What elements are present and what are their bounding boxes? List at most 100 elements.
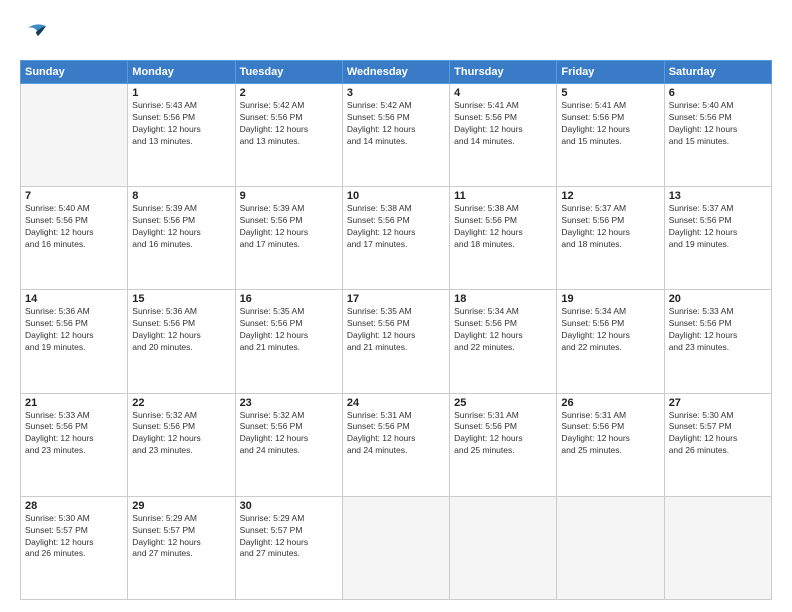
weekday-header-saturday: Saturday: [664, 61, 771, 84]
day-number: 14: [25, 293, 123, 305]
calendar-cell-6: 6Sunrise: 5:40 AM Sunset: 5:56 PM Daylig…: [664, 84, 771, 187]
weekday-header-tuesday: Tuesday: [235, 61, 342, 84]
calendar-row-3: 21Sunrise: 5:33 AM Sunset: 5:56 PM Dayli…: [21, 393, 772, 496]
calendar-cell-34: [664, 496, 771, 599]
day-number: 27: [669, 397, 767, 409]
day-number: 18: [454, 293, 552, 305]
day-number: 5: [561, 87, 659, 99]
logo-icon: [20, 18, 52, 50]
calendar-cell-23: 23Sunrise: 5:32 AM Sunset: 5:56 PM Dayli…: [235, 393, 342, 496]
day-info: Sunrise: 5:33 AM Sunset: 5:56 PM Dayligh…: [25, 410, 123, 458]
page: SundayMondayTuesdayWednesdayThursdayFrid…: [0, 0, 792, 612]
day-number: 29: [132, 500, 230, 512]
day-info: Sunrise: 5:43 AM Sunset: 5:56 PM Dayligh…: [132, 100, 230, 148]
day-number: 24: [347, 397, 445, 409]
calendar-cell-19: 19Sunrise: 5:34 AM Sunset: 5:56 PM Dayli…: [557, 290, 664, 393]
day-info: Sunrise: 5:35 AM Sunset: 5:56 PM Dayligh…: [347, 306, 445, 354]
calendar-cell-26: 26Sunrise: 5:31 AM Sunset: 5:56 PM Dayli…: [557, 393, 664, 496]
calendar-cell-15: 15Sunrise: 5:36 AM Sunset: 5:56 PM Dayli…: [128, 290, 235, 393]
calendar-cell-18: 18Sunrise: 5:34 AM Sunset: 5:56 PM Dayli…: [450, 290, 557, 393]
calendar-cell-5: 5Sunrise: 5:41 AM Sunset: 5:56 PM Daylig…: [557, 84, 664, 187]
day-info: Sunrise: 5:31 AM Sunset: 5:56 PM Dayligh…: [454, 410, 552, 458]
calendar-row-4: 28Sunrise: 5:30 AM Sunset: 5:57 PM Dayli…: [21, 496, 772, 599]
day-number: 23: [240, 397, 338, 409]
calendar-cell-16: 16Sunrise: 5:35 AM Sunset: 5:56 PM Dayli…: [235, 290, 342, 393]
calendar-row-2: 14Sunrise: 5:36 AM Sunset: 5:56 PM Dayli…: [21, 290, 772, 393]
weekday-header-row: SundayMondayTuesdayWednesdayThursdayFrid…: [21, 61, 772, 84]
logo: [20, 18, 54, 50]
calendar-cell-9: 9Sunrise: 5:39 AM Sunset: 5:56 PM Daylig…: [235, 187, 342, 290]
day-info: Sunrise: 5:31 AM Sunset: 5:56 PM Dayligh…: [347, 410, 445, 458]
weekday-header-wednesday: Wednesday: [342, 61, 449, 84]
weekday-header-sunday: Sunday: [21, 61, 128, 84]
day-number: 20: [669, 293, 767, 305]
day-info: Sunrise: 5:34 AM Sunset: 5:56 PM Dayligh…: [561, 306, 659, 354]
calendar-cell-2: 2Sunrise: 5:42 AM Sunset: 5:56 PM Daylig…: [235, 84, 342, 187]
header: [20, 18, 772, 50]
day-info: Sunrise: 5:32 AM Sunset: 5:56 PM Dayligh…: [240, 410, 338, 458]
calendar-cell-30: 30Sunrise: 5:29 AM Sunset: 5:57 PM Dayli…: [235, 496, 342, 599]
day-info: Sunrise: 5:38 AM Sunset: 5:56 PM Dayligh…: [454, 203, 552, 251]
day-number: 8: [132, 190, 230, 202]
calendar-cell-3: 3Sunrise: 5:42 AM Sunset: 5:56 PM Daylig…: [342, 84, 449, 187]
calendar-cell-33: [557, 496, 664, 599]
weekday-header-monday: Monday: [128, 61, 235, 84]
calendar-cell-28: 28Sunrise: 5:30 AM Sunset: 5:57 PM Dayli…: [21, 496, 128, 599]
day-info: Sunrise: 5:36 AM Sunset: 5:56 PM Dayligh…: [25, 306, 123, 354]
calendar-cell-1: 1Sunrise: 5:43 AM Sunset: 5:56 PM Daylig…: [128, 84, 235, 187]
calendar-cell-27: 27Sunrise: 5:30 AM Sunset: 5:57 PM Dayli…: [664, 393, 771, 496]
day-number: 1: [132, 87, 230, 99]
calendar-cell-10: 10Sunrise: 5:38 AM Sunset: 5:56 PM Dayli…: [342, 187, 449, 290]
calendar-row-1: 7Sunrise: 5:40 AM Sunset: 5:56 PM Daylig…: [21, 187, 772, 290]
calendar-cell-14: 14Sunrise: 5:36 AM Sunset: 5:56 PM Dayli…: [21, 290, 128, 393]
day-info: Sunrise: 5:34 AM Sunset: 5:56 PM Dayligh…: [454, 306, 552, 354]
day-number: 19: [561, 293, 659, 305]
day-number: 12: [561, 190, 659, 202]
calendar-row-0: 1Sunrise: 5:43 AM Sunset: 5:56 PM Daylig…: [21, 84, 772, 187]
calendar-cell-17: 17Sunrise: 5:35 AM Sunset: 5:56 PM Dayli…: [342, 290, 449, 393]
calendar-cell-24: 24Sunrise: 5:31 AM Sunset: 5:56 PM Dayli…: [342, 393, 449, 496]
day-number: 28: [25, 500, 123, 512]
day-number: 2: [240, 87, 338, 99]
calendar-cell-7: 7Sunrise: 5:40 AM Sunset: 5:56 PM Daylig…: [21, 187, 128, 290]
day-number: 15: [132, 293, 230, 305]
day-info: Sunrise: 5:29 AM Sunset: 5:57 PM Dayligh…: [132, 513, 230, 561]
day-info: Sunrise: 5:42 AM Sunset: 5:56 PM Dayligh…: [347, 100, 445, 148]
day-number: 7: [25, 190, 123, 202]
calendar-cell-11: 11Sunrise: 5:38 AM Sunset: 5:56 PM Dayli…: [450, 187, 557, 290]
day-info: Sunrise: 5:30 AM Sunset: 5:57 PM Dayligh…: [25, 513, 123, 561]
day-info: Sunrise: 5:35 AM Sunset: 5:56 PM Dayligh…: [240, 306, 338, 354]
calendar-cell-32: [450, 496, 557, 599]
day-number: 25: [454, 397, 552, 409]
day-info: Sunrise: 5:32 AM Sunset: 5:56 PM Dayligh…: [132, 410, 230, 458]
day-info: Sunrise: 5:40 AM Sunset: 5:56 PM Dayligh…: [669, 100, 767, 148]
weekday-header-friday: Friday: [557, 61, 664, 84]
day-info: Sunrise: 5:41 AM Sunset: 5:56 PM Dayligh…: [454, 100, 552, 148]
day-info: Sunrise: 5:42 AM Sunset: 5:56 PM Dayligh…: [240, 100, 338, 148]
calendar-cell-22: 22Sunrise: 5:32 AM Sunset: 5:56 PM Dayli…: [128, 393, 235, 496]
calendar-cell-12: 12Sunrise: 5:37 AM Sunset: 5:56 PM Dayli…: [557, 187, 664, 290]
day-info: Sunrise: 5:36 AM Sunset: 5:56 PM Dayligh…: [132, 306, 230, 354]
calendar-cell-0: [21, 84, 128, 187]
calendar-cell-25: 25Sunrise: 5:31 AM Sunset: 5:56 PM Dayli…: [450, 393, 557, 496]
day-number: 3: [347, 87, 445, 99]
calendar-cell-8: 8Sunrise: 5:39 AM Sunset: 5:56 PM Daylig…: [128, 187, 235, 290]
day-number: 13: [669, 190, 767, 202]
calendar-cell-29: 29Sunrise: 5:29 AM Sunset: 5:57 PM Dayli…: [128, 496, 235, 599]
day-info: Sunrise: 5:30 AM Sunset: 5:57 PM Dayligh…: [669, 410, 767, 458]
calendar-cell-21: 21Sunrise: 5:33 AM Sunset: 5:56 PM Dayli…: [21, 393, 128, 496]
weekday-header-thursday: Thursday: [450, 61, 557, 84]
day-info: Sunrise: 5:38 AM Sunset: 5:56 PM Dayligh…: [347, 203, 445, 251]
day-number: 4: [454, 87, 552, 99]
day-info: Sunrise: 5:33 AM Sunset: 5:56 PM Dayligh…: [669, 306, 767, 354]
day-number: 9: [240, 190, 338, 202]
calendar-table: SundayMondayTuesdayWednesdayThursdayFrid…: [20, 60, 772, 600]
day-number: 11: [454, 190, 552, 202]
day-info: Sunrise: 5:37 AM Sunset: 5:56 PM Dayligh…: [561, 203, 659, 251]
day-number: 26: [561, 397, 659, 409]
day-number: 21: [25, 397, 123, 409]
day-info: Sunrise: 5:40 AM Sunset: 5:56 PM Dayligh…: [25, 203, 123, 251]
day-info: Sunrise: 5:29 AM Sunset: 5:57 PM Dayligh…: [240, 513, 338, 561]
day-info: Sunrise: 5:31 AM Sunset: 5:56 PM Dayligh…: [561, 410, 659, 458]
calendar-cell-13: 13Sunrise: 5:37 AM Sunset: 5:56 PM Dayli…: [664, 187, 771, 290]
